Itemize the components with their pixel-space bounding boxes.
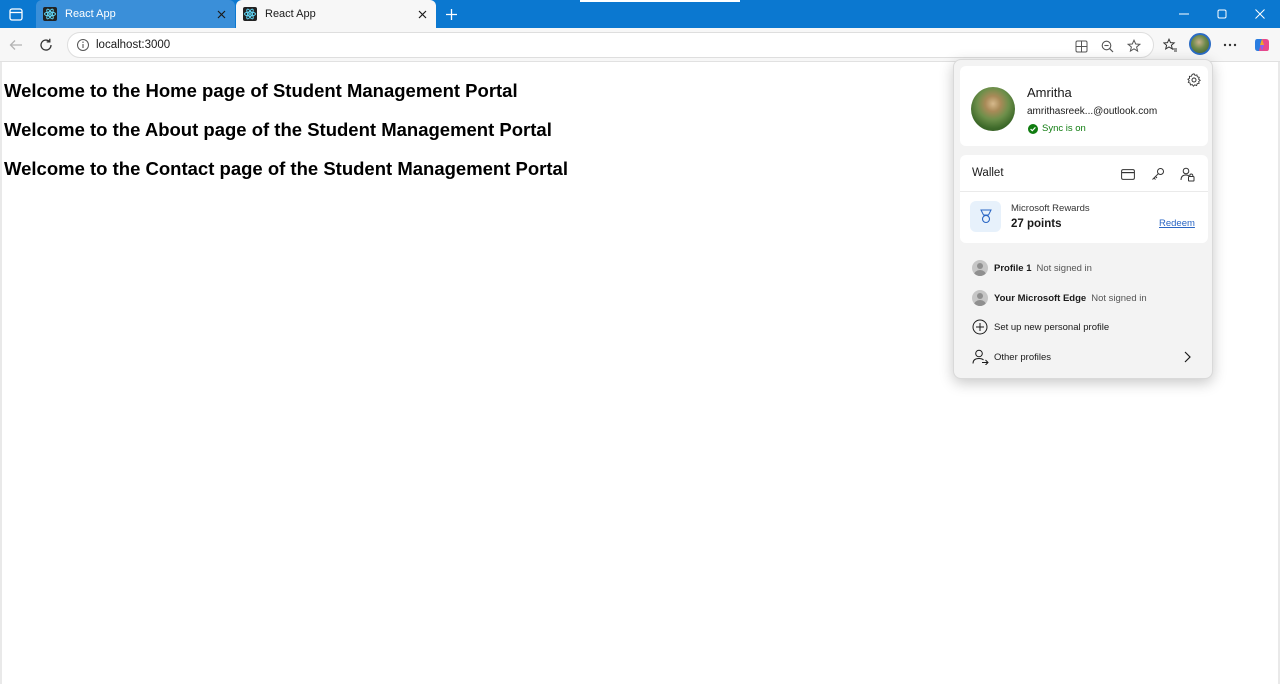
zoom-out-icon[interactable]	[1098, 37, 1116, 55]
tab-actions-button[interactable]	[6, 5, 26, 23]
gear-icon[interactable]	[1187, 73, 1201, 87]
copilot-icon	[1255, 39, 1269, 51]
refresh-icon	[40, 38, 52, 51]
refresh-button[interactable]	[36, 35, 56, 55]
title-bar: React App React App	[0, 0, 1280, 28]
new-tab-button[interactable]	[442, 5, 460, 23]
add-profile-label: Set up new personal profile	[994, 321, 1110, 333]
app-grid-icon[interactable]	[1072, 37, 1090, 55]
title-highlight	[580, 0, 740, 2]
profile-email: amrithasreek...@outlook.com	[1027, 106, 1158, 117]
key-icon[interactable]	[1149, 165, 1167, 183]
close-tab-icon[interactable]	[213, 6, 229, 22]
arrow-left-icon	[9, 40, 22, 50]
redeem-link[interactable]: Redeem	[1159, 218, 1195, 229]
close-window-button[interactable]	[1241, 0, 1279, 28]
favorites-icon	[1162, 38, 1177, 52]
other-profiles-row[interactable]: Other profiles	[971, 346, 1207, 368]
tab-label: React App	[265, 8, 316, 20]
sync-status: Sync is on	[1028, 123, 1086, 134]
sync-text: Sync is on	[1042, 123, 1086, 134]
react-icon	[243, 7, 257, 21]
restore-button[interactable]	[1203, 0, 1241, 28]
default-avatar-icon	[971, 259, 989, 277]
rewards-label: Microsoft Rewards	[1011, 203, 1090, 214]
close-icon	[1255, 9, 1265, 19]
more-icon	[1223, 43, 1237, 47]
profile-photo	[971, 87, 1015, 131]
profile-row-name: Your Microsoft Edge	[994, 292, 1087, 304]
tab-react-app-1[interactable]: React App	[36, 0, 235, 28]
star-icon[interactable]	[1125, 37, 1143, 55]
copilot-button[interactable]	[1252, 35, 1272, 55]
profile-row-name: Profile 1	[994, 262, 1032, 274]
restore-icon	[1217, 9, 1227, 19]
tab-label: React App	[65, 8, 116, 20]
home-heading: Welcome to the Home page of Student Mana…	[4, 80, 518, 101]
tab-actions-icon	[9, 7, 23, 21]
credit-card-icon[interactable]	[1119, 165, 1137, 183]
favorites-button[interactable]	[1160, 35, 1180, 55]
rewards-points: 27 points	[1011, 218, 1062, 230]
default-avatar-icon	[971, 289, 989, 307]
tab-react-app-2[interactable]: React App	[236, 0, 436, 28]
medal-icon	[979, 209, 992, 223]
close-tab-icon[interactable]	[414, 6, 430, 22]
browser-toolbar: localhost:3000	[0, 28, 1280, 62]
plus-icon	[445, 8, 457, 20]
contact-heading: Welcome to the Contact page of the Stude…	[4, 158, 568, 179]
other-profiles-icon	[971, 348, 989, 366]
wallet-card: Wallet Microsoft Rewards 27 points Redee…	[960, 155, 1208, 243]
add-profile-row[interactable]: Set up new personal profile	[971, 316, 1207, 338]
rewards-badge	[970, 201, 1001, 232]
info-icon[interactable]	[76, 38, 90, 52]
other-profiles-label: Other profiles	[994, 351, 1052, 363]
profile-row-status: Not signed in	[1091, 292, 1147, 304]
wallet-title[interactable]: Wallet	[972, 167, 1004, 179]
more-button[interactable]	[1220, 35, 1240, 55]
check-circle-icon	[1028, 123, 1038, 134]
profile-avatar-button[interactable]	[1189, 33, 1211, 55]
profile-name: Amritha	[1027, 85, 1072, 100]
profile-row-status: Not signed in	[1036, 262, 1092, 274]
personal-info-icon[interactable]	[1178, 165, 1196, 183]
about-heading: Welcome to the About page of the Student…	[4, 119, 552, 140]
profile-row-your-microsoft-edge[interactable]: Your Microsoft Edge Not signed in	[971, 287, 1207, 309]
wallet-divider	[960, 191, 1208, 192]
profile-card: Amritha amrithasreek...@outlook.com Sync…	[960, 66, 1208, 146]
add-circle-icon	[971, 318, 989, 336]
chevron-right-icon	[1184, 351, 1191, 363]
minimize-button[interactable]	[1165, 0, 1203, 28]
react-icon	[43, 7, 57, 21]
profile-panel: Amritha amrithasreek...@outlook.com Sync…	[953, 59, 1213, 379]
minimize-icon	[1179, 13, 1189, 15]
address-bar[interactable]: localhost:3000	[67, 32, 1154, 58]
address-url[interactable]: localhost:3000	[96, 39, 170, 51]
back-button[interactable]	[6, 35, 26, 55]
profile-row-profile-1[interactable]: Profile 1 Not signed in	[971, 257, 1207, 279]
